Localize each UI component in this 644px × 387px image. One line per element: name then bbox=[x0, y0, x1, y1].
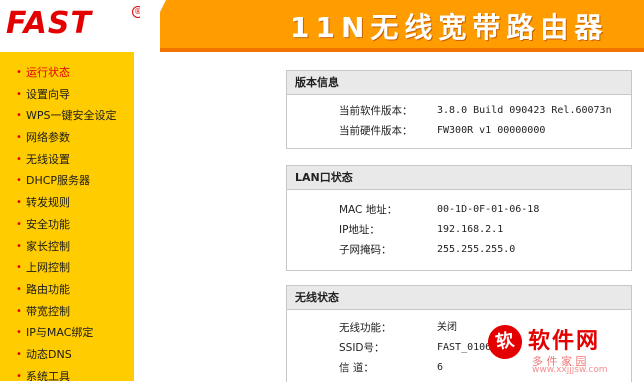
sidebar-item-label: 上网控制 bbox=[26, 261, 70, 275]
header-divider bbox=[140, 0, 166, 52]
sidebar-item-bandwidth[interactable]: • 带宽控制 bbox=[0, 301, 134, 323]
content-gutter bbox=[134, 52, 286, 381]
sidebar-item-wireless[interactable]: • 无线设置 bbox=[0, 149, 134, 171]
software-version-value: 3.8.0 Build 090423 Rel.60073n bbox=[437, 105, 612, 116]
wireless-function-label: 无线功能： bbox=[339, 322, 392, 334]
ssid-label: SSID号： bbox=[339, 342, 385, 354]
bullet-icon: • bbox=[16, 283, 22, 295]
sidebar-item-label: IP与MAC绑定 bbox=[26, 326, 94, 340]
sidebar-item-ip-mac[interactable]: • IP与MAC绑定 bbox=[0, 322, 134, 344]
software-version-label: 当前软件版本： bbox=[339, 105, 413, 117]
logo-area: FAST ® bbox=[0, 0, 160, 52]
bullet-icon: • bbox=[16, 370, 22, 382]
sidebar-item-label: 设置向导 bbox=[26, 87, 70, 101]
channel-value: 6 bbox=[437, 362, 444, 373]
hardware-version-row: 当前硬件版本： FW300R v1 00000000 bbox=[287, 121, 631, 141]
sidebar-item-label: 无线设置 bbox=[26, 152, 70, 166]
watermark-name: 软件网 bbox=[528, 329, 601, 354]
sidebar-item-ddns[interactable]: • 动态DNS bbox=[0, 344, 134, 366]
channel-label: 信 道： bbox=[339, 362, 374, 374]
sidebar-item-label: 家长控制 bbox=[26, 239, 70, 253]
bullet-icon: • bbox=[16, 305, 22, 317]
subnet-mask-value: 255.255.255.0 bbox=[437, 244, 516, 255]
sidebar-item-access-control[interactable]: • 上网控制 bbox=[0, 257, 134, 279]
sidebar-item-label: WPS一键安全设定 bbox=[26, 109, 117, 123]
sidebar-item-network[interactable]: • 网络参数 bbox=[0, 127, 134, 149]
sidebar-item-parental[interactable]: • 家长控制 bbox=[0, 236, 134, 258]
bullet-icon: • bbox=[16, 88, 22, 100]
bullet-icon: • bbox=[16, 110, 22, 122]
sidebar-item-wps[interactable]: • WPS一键安全设定 bbox=[0, 105, 134, 127]
subnet-mask-label: 子网掩码： bbox=[339, 244, 392, 256]
bullet-icon: • bbox=[16, 153, 22, 165]
sidebar-item-label: 带宽控制 bbox=[26, 304, 70, 318]
ip-address-row: IP地址： 192.168.2.1 bbox=[287, 220, 631, 240]
version-panel-title: 版本信息 bbox=[287, 71, 631, 95]
mac-address-label: MAC 地址： bbox=[339, 204, 398, 216]
sidebar-item-forwarding[interactable]: • 转发规则 bbox=[0, 192, 134, 214]
sidebar-item-label: 网络参数 bbox=[26, 131, 70, 145]
sidebar-item-label: 动态DNS bbox=[26, 347, 72, 361]
watermark: 软 软件网 多 件 家 园 www.xxjjjsw.com bbox=[484, 321, 638, 377]
sidebar-item-label: DHCP服务器 bbox=[26, 174, 91, 188]
bullet-icon: • bbox=[16, 348, 22, 360]
sidebar-item-security[interactable]: • 安全功能 bbox=[0, 214, 134, 236]
product-title: 11N无线宽带路由器 bbox=[290, 11, 609, 44]
subnet-mask-row: 子网掩码： 255.255.255.0 bbox=[287, 240, 631, 260]
software-version-row: 当前软件版本： 3.8.0 Build 090423 Rel.60073n bbox=[287, 101, 631, 121]
ssid-value: FAST_0106 bbox=[437, 342, 492, 353]
sidebar-item-wizard[interactable]: • 设置向导 bbox=[0, 84, 134, 106]
bullet-icon: • bbox=[16, 132, 22, 144]
hardware-version-value: FW300R v1 00000000 bbox=[437, 125, 546, 136]
sidebar-item-label: 运行状态 bbox=[26, 66, 70, 79]
sidebar-item-dhcp[interactable]: • DHCP服务器 bbox=[0, 170, 134, 192]
hardware-version-label: 当前硬件版本： bbox=[339, 125, 413, 137]
lan-panel-title: LAN口状态 bbox=[287, 166, 631, 190]
bullet-icon: • bbox=[16, 218, 22, 230]
version-panel: 版本信息 当前软件版本： 3.8.0 Build 090423 Rel.6007… bbox=[286, 70, 632, 149]
sidebar-menu: • 运行状态 • 设置向导 • WPS一键安全设定 • 网络参数 • 无线设置 • DHCP… bbox=[0, 52, 134, 387]
ip-address-value: 192.168.2.1 bbox=[437, 224, 504, 235]
sidebar: • 运行状态 • 设置向导 • WPS一键安全设定 • 网络参数 • 无线设置 • DHCP… bbox=[0, 52, 134, 383]
watermark-seal-icon: 软 bbox=[484, 321, 526, 363]
sidebar-item-label: 安全功能 bbox=[26, 217, 70, 231]
bullet-icon: • bbox=[16, 175, 22, 187]
mac-address-value: 00-1D-0F-01-06-18 bbox=[437, 204, 540, 215]
watermark-url: www.xxjjjsw.com bbox=[532, 365, 608, 375]
sidebar-item-status[interactable]: • 运行状态 bbox=[0, 62, 134, 84]
bullet-icon: • bbox=[16, 67, 22, 78]
wireless-function-value: 关闭 bbox=[437, 322, 457, 333]
mac-address-row: MAC 地址： 00-1D-0F-01-06-18 bbox=[287, 200, 631, 220]
bullet-icon: • bbox=[16, 327, 22, 339]
lan-panel: LAN口状态 MAC 地址： 00-1D-0F-01-06-18 IP地址： 1… bbox=[286, 165, 632, 271]
sidebar-item-system-tools[interactable]: • 系统工具 bbox=[0, 366, 134, 387]
header-bar: FAST ® 11N无线宽带路由器 bbox=[0, 0, 644, 52]
bullet-icon: • bbox=[16, 262, 22, 274]
sidebar-item-routing[interactable]: • 路由功能 bbox=[0, 279, 134, 301]
bullet-icon: • bbox=[16, 240, 22, 252]
sidebar-item-label: 转发规则 bbox=[26, 196, 70, 210]
sidebar-item-label: 路由功能 bbox=[26, 282, 70, 296]
brand-logo: FAST bbox=[6, 6, 92, 41]
bullet-icon: • bbox=[16, 197, 22, 209]
wireless-panel-title: 无线状态 bbox=[287, 286, 631, 310]
ip-address-label: IP地址： bbox=[339, 224, 380, 236]
